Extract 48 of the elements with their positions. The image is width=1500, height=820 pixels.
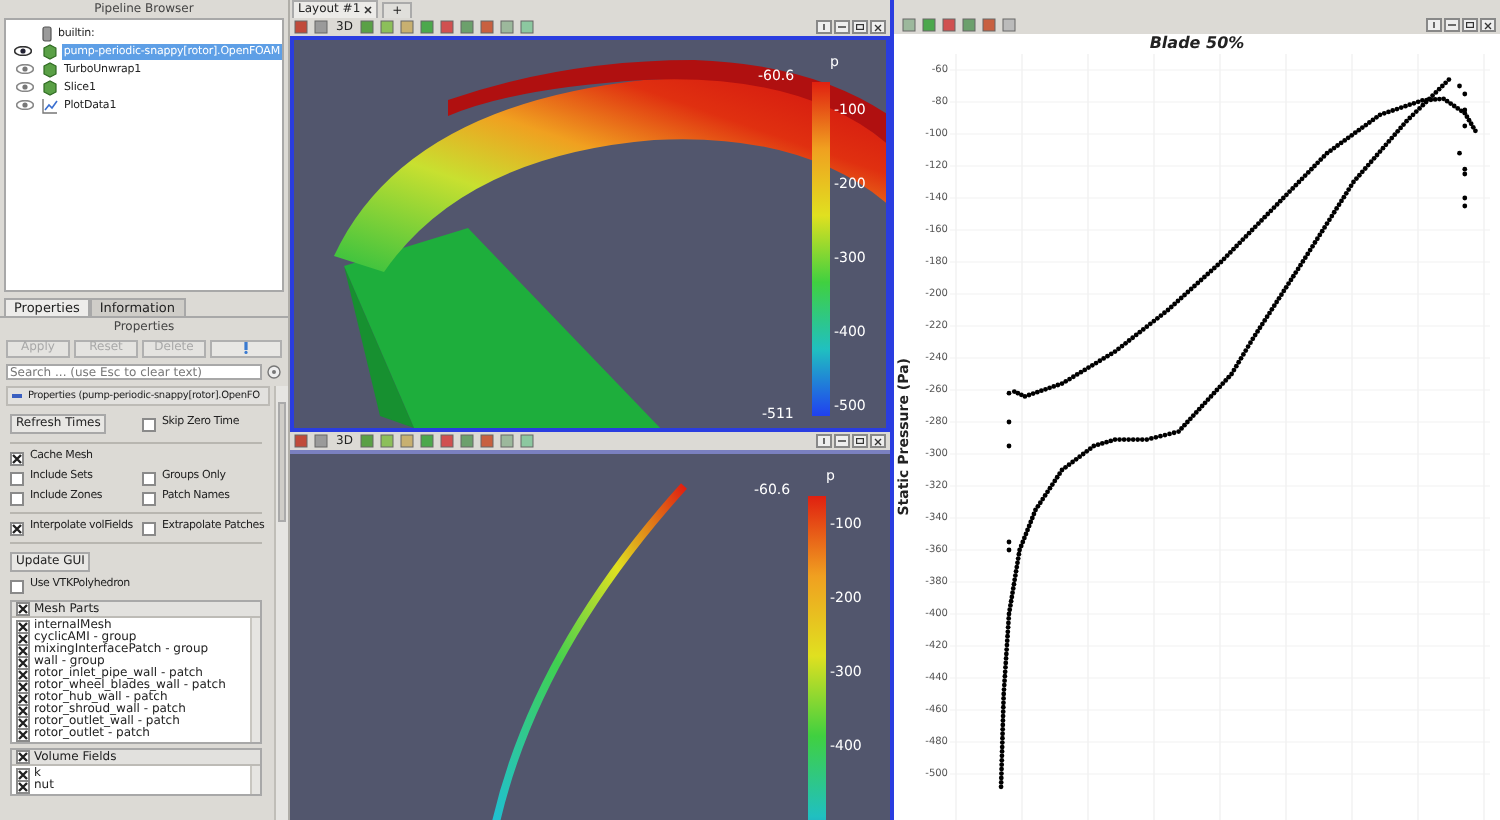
close-icon (874, 437, 882, 445)
close-icon[interactable] (364, 6, 373, 14)
checkbox[interactable] (142, 417, 156, 431)
maximize-button[interactable] (852, 20, 868, 34)
close-button[interactable] (870, 434, 886, 448)
split-horizontal-icon (1430, 22, 1438, 28)
checkbox[interactable] (142, 521, 156, 535)
split-horizontal-icon (820, 438, 828, 444)
split-horizontal-button[interactable] (1426, 18, 1442, 32)
eye-icon[interactable] (14, 46, 33, 56)
checkbox[interactable] (16, 602, 30, 616)
checkbox[interactable] (16, 750, 30, 764)
checkbox[interactable] (10, 451, 24, 465)
split-vertical-button[interactable] (1444, 18, 1460, 32)
checkbox[interactable] (10, 491, 24, 505)
split-horizontal-icon (820, 24, 828, 30)
checkbox[interactable] (16, 767, 30, 781)
help-icon (242, 342, 250, 354)
maximize-icon (856, 24, 864, 30)
maximize-icon (1466, 22, 1474, 28)
server-icon (42, 25, 52, 41)
split-vertical-icon (1448, 22, 1456, 28)
close-button[interactable] (1480, 18, 1496, 32)
help-button[interactable] (210, 339, 282, 357)
split-horizontal-button[interactable] (816, 20, 832, 34)
settings-icon[interactable] (266, 364, 282, 380)
close-icon (1484, 21, 1492, 29)
maximize-icon (856, 438, 864, 444)
split-vertical-button[interactable] (834, 434, 850, 448)
close-icon (874, 23, 882, 31)
split-horizontal-button[interactable] (816, 434, 832, 448)
scrollbar[interactable] (274, 386, 288, 820)
split-vertical-icon (838, 24, 846, 30)
chart-title: Blade 50% (1149, 36, 1245, 52)
split-vertical-button[interactable] (834, 20, 850, 34)
scrollbar[interactable] (250, 766, 260, 794)
checkbox[interactable] (142, 471, 156, 485)
checkbox[interactable] (16, 619, 30, 633)
checkbox[interactable] (10, 579, 24, 593)
close-button[interactable] (870, 20, 886, 34)
maximize-button[interactable] (1462, 18, 1478, 32)
split-vertical-icon (838, 438, 846, 444)
scrollbar[interactable] (250, 618, 260, 742)
maximize-button[interactable] (852, 434, 868, 448)
checkbox[interactable] (142, 491, 156, 505)
checkbox[interactable] (10, 521, 24, 535)
line-chart-icon (42, 97, 58, 113)
checkbox[interactable] (10, 471, 24, 485)
